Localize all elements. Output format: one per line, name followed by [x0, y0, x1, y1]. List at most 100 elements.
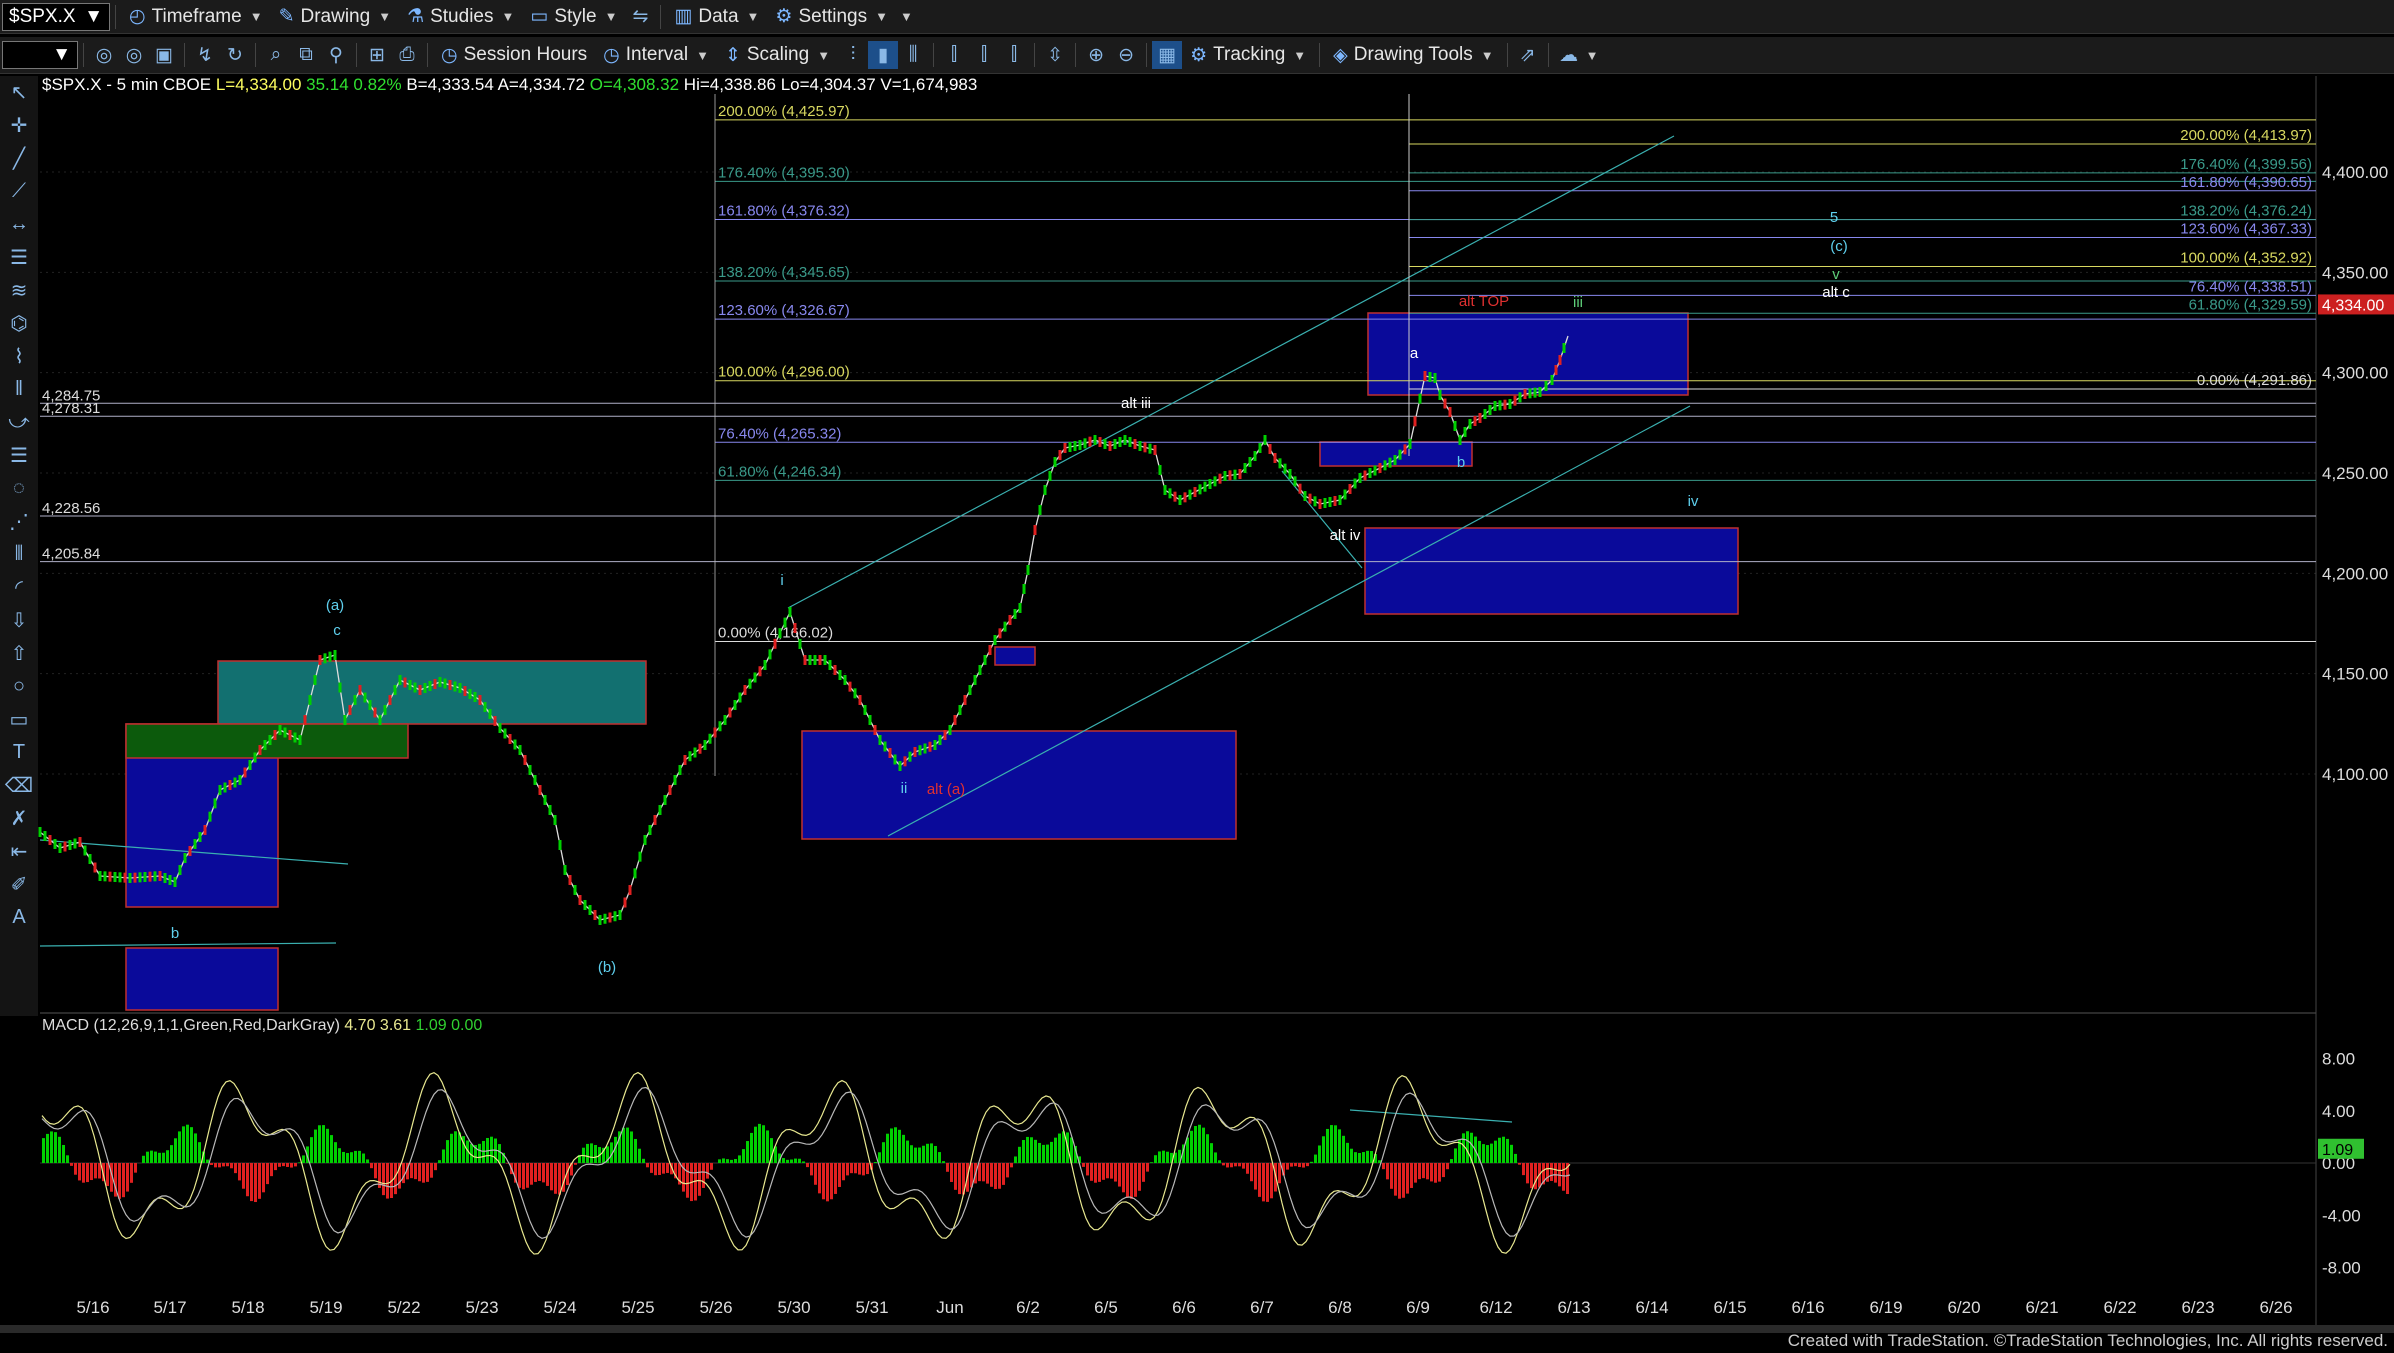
scaling-menu[interactable]: ⇕ Scaling ▼: [717, 41, 838, 69]
macd-histogram-bar: [178, 1131, 181, 1163]
macd-histogram-bar: [158, 1152, 161, 1163]
magnify-chart-icon[interactable]: ⌕: [261, 41, 291, 69]
macd-histogram-bar: [750, 1132, 753, 1163]
macd-histogram-bar: [1102, 1163, 1105, 1180]
drawing-tools-menu[interactable]: ◈ Drawing Tools ▼: [1325, 41, 1501, 69]
divider: [255, 43, 256, 67]
candle: [808, 655, 812, 665]
orb2-icon[interactable]: ◎: [119, 41, 149, 69]
ohlc-icon[interactable]: ⫼: [898, 41, 928, 69]
chevron-down-icon: ▼: [52, 44, 71, 65]
macd-histogram-bar: [1510, 1144, 1513, 1163]
scroll-bars-icon[interactable]: ⫿: [969, 41, 999, 69]
tracking-menu[interactable]: ⚙ Tracking ▼: [1182, 41, 1314, 69]
drawing-label: Drawing: [300, 5, 371, 27]
bars-back-icon[interactable]: ⫿: [999, 41, 1029, 69]
candle: [268, 735, 272, 745]
candle: [408, 680, 412, 690]
interval-menu[interactable]: ◷ Interval ▼: [595, 41, 717, 69]
overflow-chevron-icon[interactable]: ▼: [1586, 48, 1599, 63]
candle: [368, 700, 372, 710]
overflow-chevron-icon[interactable]: ▼: [900, 9, 913, 24]
settings-menu[interactable]: ⚙ Settings ▼: [767, 3, 896, 31]
macd-histogram-bar: [270, 1163, 273, 1177]
candle: [913, 747, 917, 757]
macd-histogram-bar: [1426, 1163, 1429, 1180]
macd-tick-label: 4.00: [2322, 1102, 2355, 1121]
chart-type-icon[interactable]: ↯: [190, 41, 220, 69]
candle: [1033, 525, 1037, 535]
macd-histogram-bar: [758, 1123, 761, 1163]
bar-style-icon[interactable]: ⫶: [838, 41, 868, 69]
macd-histogram-bar: [1198, 1124, 1201, 1163]
macd-histogram-bar: [998, 1163, 1001, 1189]
timeframe-menu[interactable]: ◴ Timeframe ▼: [121, 3, 271, 31]
cloud-icon[interactable]: ☁: [1554, 41, 1584, 69]
macd-histogram-bar: [154, 1151, 157, 1163]
macd-histogram-bar: [1218, 1160, 1221, 1163]
macd-histogram-bar: [1466, 1131, 1469, 1163]
zone-box: [1364, 527, 1739, 615]
symbol-input[interactable]: $SPX.X ▼: [2, 2, 110, 31]
candle: [908, 751, 912, 762]
candle: [1448, 407, 1452, 417]
price-chart[interactable]: 200.00% (4,425.97) 176.40% (4,395.30) 161.…: [0, 76, 2394, 1325]
compare-icon[interactable]: ⧉: [291, 41, 321, 69]
horizontal-level-label: 4,228.56: [42, 500, 100, 517]
layout-icon[interactable]: ⊞: [362, 41, 392, 69]
macd-histogram-bar: [842, 1163, 845, 1181]
candle: [1143, 442, 1147, 453]
window-icon[interactable]: ▣: [149, 41, 179, 69]
macd-histogram-bar: [542, 1163, 545, 1183]
expand-icon[interactable]: ⇳: [1040, 41, 1070, 69]
candle: [1453, 421, 1457, 431]
divider: [1146, 43, 1148, 67]
zoom-out-icon[interactable]: ⊖: [1111, 41, 1141, 69]
macd-histogram-bar: [58, 1136, 61, 1163]
style-menu[interactable]: ▭ Style ▼: [522, 3, 625, 31]
grid-icon[interactable]: ▦: [1152, 41, 1183, 69]
print-icon[interactable]: ⎙: [392, 41, 422, 69]
fib-level-label: 138.20% (4,376.24): [2180, 203, 2312, 220]
drawing-tools-label: Drawing Tools: [1353, 44, 1473, 65]
time-tick-label: 5/24: [543, 1298, 576, 1317]
zoom-bars-icon[interactable]: ⫿: [939, 41, 969, 69]
zoom-in-icon[interactable]: ⊕: [1081, 41, 1111, 69]
candle: [123, 872, 127, 883]
macd-histogram-bar: [522, 1163, 525, 1190]
workspace-select[interactable]: ▼: [2, 41, 78, 69]
drawing-menu[interactable]: ✎ Drawing ▼: [271, 3, 400, 31]
session-clock-icon: ◷: [441, 44, 458, 66]
timeframe-label: Timeframe: [151, 5, 242, 27]
divider: [356, 43, 357, 67]
macd-histogram-bar: [934, 1145, 937, 1163]
macd-histogram-bar: [898, 1129, 901, 1163]
studies-menu[interactable]: ⚗ Studies ▼: [399, 3, 522, 31]
data-menu[interactable]: ▥ Data ▼: [666, 3, 767, 31]
macd-histogram-bar: [62, 1144, 65, 1163]
candle: [1303, 491, 1307, 501]
candle: [38, 827, 42, 837]
footer-credit: Created with TradeStation. ©TradeStation…: [1787, 1331, 2388, 1350]
time-tick-label: 5/26: [699, 1298, 732, 1317]
wave-label: alt iv: [1330, 527, 1361, 544]
candle: [363, 692, 367, 703]
macd-histogram-bar: [1382, 1163, 1385, 1170]
candle: [1133, 439, 1137, 449]
link-windows-icon[interactable]: ⇋: [625, 3, 655, 31]
candle: [1083, 438, 1087, 449]
candle: [693, 747, 697, 758]
macd-histogram-bar: [1002, 1163, 1005, 1185]
candle: [648, 825, 652, 835]
time-tick-label: 5/18: [231, 1298, 264, 1317]
session-hours-button[interactable]: ◷ Session Hours: [433, 41, 595, 69]
refresh-icon[interactable]: ↻: [220, 41, 250, 69]
candle: [533, 775, 537, 785]
macd-histogram-bar: [626, 1127, 629, 1163]
orb-icon[interactable]: ◎: [89, 41, 119, 69]
search-icon[interactable]: ⚲: [321, 41, 351, 69]
candlestick-icon[interactable]: ▮: [868, 41, 899, 69]
macd-histogram-bar: [646, 1163, 649, 1168]
export-icon[interactable]: ⇗: [1513, 41, 1543, 69]
candle: [703, 740, 707, 750]
